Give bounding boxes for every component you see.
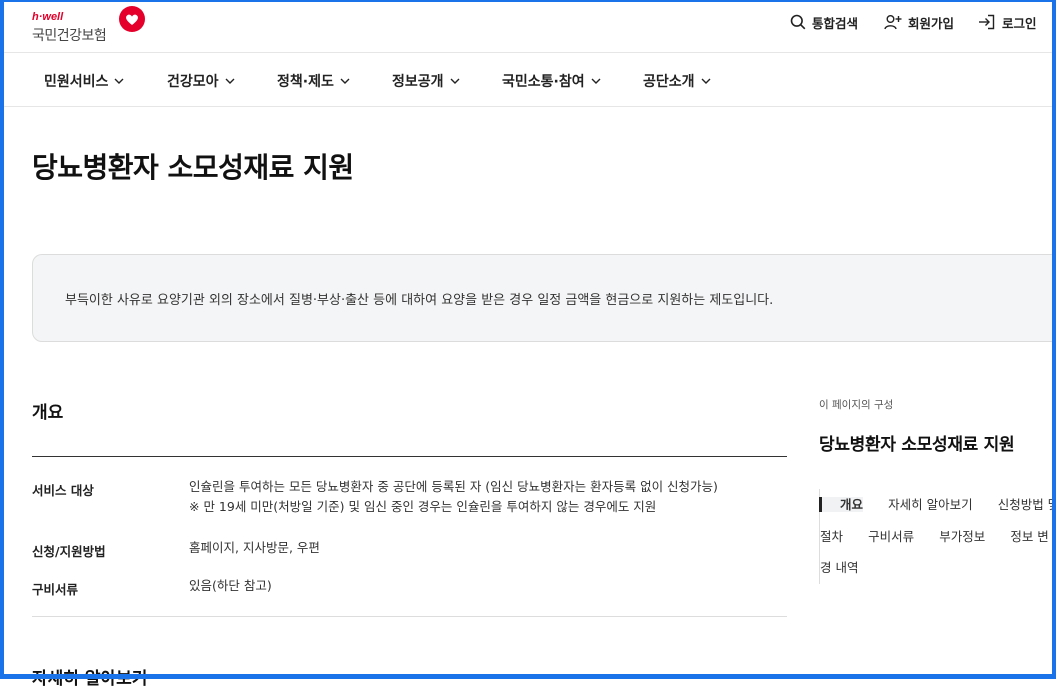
main-navigation: 민원서비스 건강모아 정책·제도 정보공개 국민소통·참여 공단소개 <box>0 52 1056 107</box>
chevron-down-icon <box>114 78 124 84</box>
nav-label: 국민소통·참여 <box>502 74 585 90</box>
row-value-target: 인슐린을 투여하는 모든 당뇨병환자 중 공단에 등록된 자 (임신 당뇨병환자… <box>189 477 718 517</box>
nav-label: 건강모아 <box>167 74 219 90</box>
toc-title: 당뇨병환자 소모성재료 지원 <box>819 435 1015 455</box>
login-icon <box>979 14 995 30</box>
user-plus-icon <box>884 15 902 30</box>
nav-participation[interactable]: 국민소통·참여 <box>502 71 601 91</box>
row-value-documents: 있음(하단 참고) <box>189 576 272 596</box>
page-title: 당뇨병환자 소모성재료 지원 <box>32 151 354 184</box>
row-label-target: 서비스 대상 <box>32 483 94 498</box>
nav-about[interactable]: 공단소개 <box>643 71 711 91</box>
chevron-down-icon <box>225 78 235 84</box>
chevron-down-icon <box>591 78 601 84</box>
toc-item-additional[interactable]: 부가정보 <box>919 529 985 544</box>
login-label: 로그인 <box>1002 15 1037 31</box>
nav-health[interactable]: 건강모아 <box>167 71 235 91</box>
search-link[interactable]: 통합검색 <box>790 12 858 32</box>
search-icon <box>790 14 806 30</box>
summary-text: 부득이한 사유로 요양기관 외의 장소에서 질병·부상·출산 등에 대하여 요양… <box>65 293 774 308</box>
nav-policy[interactable]: 정책·제도 <box>277 71 350 91</box>
nav-label: 정보공개 <box>392 74 444 90</box>
toc-item-details[interactable]: 자세히 알아보기 <box>868 497 972 512</box>
section-divider <box>32 616 787 617</box>
nav-label: 정책·제도 <box>277 74 334 90</box>
search-label: 통합검색 <box>812 15 859 31</box>
logo-name: 국민건강보험 <box>32 28 107 44</box>
nav-label: 공단소개 <box>643 74 695 90</box>
details-section-title: 자세히 알아보기 <box>32 669 148 689</box>
toc-item-overview[interactable]: 개요 <box>819 497 864 512</box>
signup-label: 회원가입 <box>908 15 955 31</box>
row-value-line: 있음(하단 참고) <box>189 578 272 593</box>
site-header: h·well 국민건강보험 통합검색 회원가입 로그인 <box>0 0 1056 52</box>
nav-civil-service[interactable]: 민원서비스 <box>44 71 124 91</box>
row-label-documents: 구비서류 <box>32 582 79 597</box>
toc-caption: 이 페이지의 구성 <box>819 399 894 411</box>
row-value-line: 인슐린을 투여하는 모든 당뇨병환자 중 공단에 등록된 자 (임신 당뇨병환자… <box>189 479 718 494</box>
row-value-line: 홈페이지, 지사방문, 우편 <box>189 540 320 555</box>
section-divider <box>32 456 787 457</box>
heart-logo-icon <box>119 6 145 32</box>
row-value-line: ※ 만 19세 미만(처방일 기준) 및 임신 중인 경우는 인슐린을 투여하지… <box>189 499 657 514</box>
toc-list: 개요 자세히 알아보기 신청방법 및 절차 구비서류 부가정보 정보 변경 내역 <box>819 489 1056 584</box>
login-link[interactable]: 로그인 <box>978 12 1037 32</box>
chevron-down-icon <box>701 78 711 84</box>
signup-link[interactable]: 회원가입 <box>884 12 954 32</box>
nav-label: 민원서비스 <box>44 74 109 90</box>
row-value-method: 홈페이지, 지사방문, 우편 <box>189 538 320 558</box>
chevron-down-icon <box>340 78 350 84</box>
row-label-method: 신청/지원방법 <box>32 544 106 559</box>
chevron-down-icon <box>450 78 460 84</box>
nav-disclosure[interactable]: 정보공개 <box>392 71 460 91</box>
site-logo[interactable]: h·well 국민건강보험 <box>32 6 152 45</box>
overview-title: 개요 <box>32 403 64 423</box>
toc-item-documents[interactable]: 구비서류 <box>848 529 914 544</box>
logo-tagline: h·well <box>32 11 64 23</box>
summary-box: 부득이한 사유로 요양기관 외의 장소에서 질병·부상·출산 등에 대하여 요양… <box>32 254 1056 342</box>
